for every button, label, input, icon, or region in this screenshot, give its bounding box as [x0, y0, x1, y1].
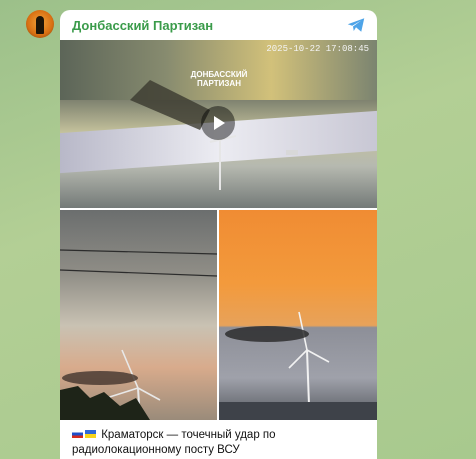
ukraine-flag-icon: [85, 430, 96, 438]
partisan-avatar-icon: [36, 16, 44, 34]
wind-turbine-smoke-illustration: [219, 311, 377, 420]
caption-flags: [72, 428, 98, 443]
caption-text: Краматорск — точечный удар по радиолокац…: [72, 429, 276, 456]
photo-right[interactable]: [219, 210, 377, 420]
video-timestamp-overlay: 2025-10-22 17:08:45: [266, 44, 369, 54]
play-icon[interactable]: [201, 106, 235, 140]
photo-left[interactable]: [60, 210, 217, 420]
video-preview[interactable]: 2025-10-22 17:08:45 ДОНБАССКИЙ ПАРТИЗАН: [60, 40, 377, 208]
channel-avatar[interactable]: [26, 10, 54, 38]
message-card: Донбасский Партизан 2025-10-22 17:08:45 …: [60, 10, 377, 459]
wind-turbine-smoke-illustration: [60, 249, 217, 420]
russia-flag-icon: [72, 430, 83, 438]
message-caption: Краматорск — точечный удар по радиолокац…: [72, 428, 366, 458]
telegram-send-icon[interactable]: [347, 17, 365, 33]
message-header: Донбасский Партизан: [60, 10, 377, 40]
video-watermark: ДОНБАССКИЙ ПАРТИЗАН: [190, 70, 248, 88]
channel-name[interactable]: Донбасский Партизан: [72, 18, 213, 33]
